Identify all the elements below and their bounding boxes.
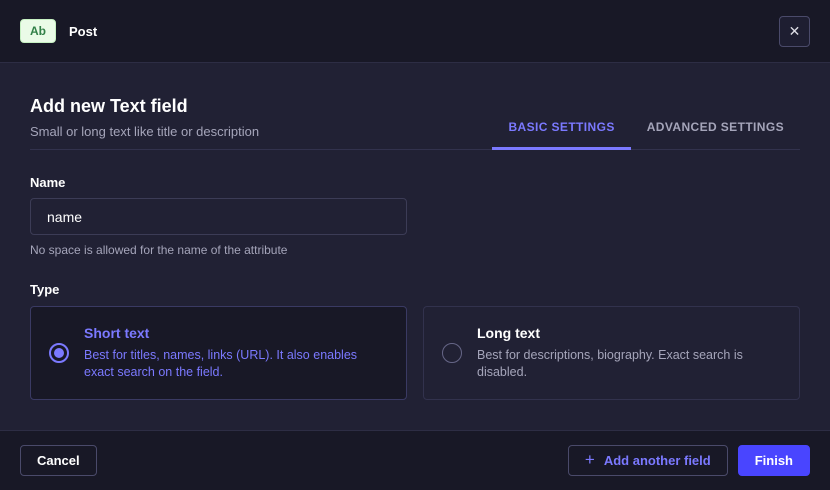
add-another-field-button[interactable]: + Add another field [568,445,728,476]
finish-button[interactable]: Finish [738,445,810,476]
title-row: Add new Text field Small or long text li… [30,63,800,150]
add-field-modal: Ab Post ✕ Add new Text field Small or lo… [0,0,830,490]
option-description: Best for descriptions, biography. Exact … [477,347,777,382]
cancel-button[interactable]: Cancel [20,445,97,476]
option-description: Best for titles, names, links (URL). It … [84,347,384,382]
type-label: Type [30,282,800,297]
close-icon: ✕ [789,24,801,38]
tab-advanced-settings[interactable]: ADVANCED SETTINGS [631,108,800,150]
option-title: Long text [477,325,777,341]
modal-body: Add new Text field Small or long text li… [0,63,830,430]
option-short-text-content: Short text Best for titles, names, links… [84,325,384,382]
radio-dot [54,348,64,358]
type-field-section: Type Short text Best for titles, names, … [30,282,800,400]
name-hint: No space is allowed for the name of the … [30,243,800,257]
page-title: Add new Text field [30,96,259,117]
modal-footer: Cancel + Add another field Finish [0,430,830,490]
option-long-text[interactable]: Long text Best for descriptions, biograp… [423,306,800,400]
plus-icon: + [585,451,595,468]
option-long-text-content: Long text Best for descriptions, biograp… [477,325,777,382]
radio-short-text[interactable] [49,343,69,363]
close-button[interactable]: ✕ [779,16,810,47]
radio-long-text[interactable] [442,343,462,363]
name-label: Name [30,175,800,190]
type-options: Short text Best for titles, names, links… [30,306,800,400]
page-subtitle: Small or long text like title or descrip… [30,124,259,139]
name-input[interactable] [30,198,407,235]
option-short-text[interactable]: Short text Best for titles, names, links… [30,306,407,400]
content-type-title: Post [69,24,97,39]
modal-header: Ab Post ✕ [0,0,830,63]
name-field-section: Name No space is allowed for the name of… [30,175,800,257]
text-field-type-badge-icon: Ab [20,19,56,43]
modal-titles: Add new Text field Small or long text li… [30,60,259,149]
option-title: Short text [84,325,384,341]
tab-basic-settings[interactable]: BASIC SETTINGS [492,108,630,150]
settings-tabs: BASIC SETTINGS ADVANCED SETTINGS [492,108,800,150]
add-another-field-label: Add another field [604,453,711,468]
footer-actions: + Add another field Finish [568,445,810,476]
